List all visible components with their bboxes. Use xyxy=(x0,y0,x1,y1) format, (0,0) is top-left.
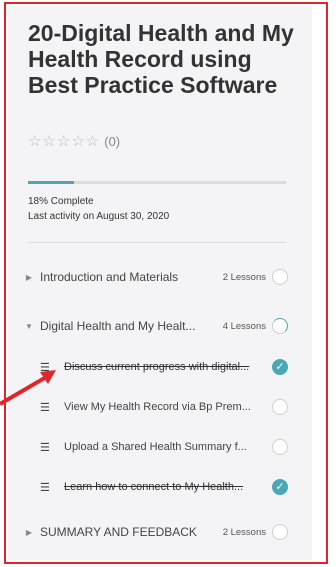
last-activity: Last activity on August 30, 2020 xyxy=(28,211,170,222)
section-digital-health[interactable]: ▼ Digital Health and My Healt... 4 Lesso… xyxy=(22,314,288,338)
check-icon[interactable]: ✓ xyxy=(272,359,288,375)
lesson-item[interactable]: ☰ Upload a Shared Health Summary f... xyxy=(22,435,288,459)
course-rating: ☆☆☆☆☆ (0) xyxy=(28,132,120,150)
section-summary-feedback[interactable]: ▶ SUMMARY AND FEEDBACK 2 Lessons xyxy=(22,520,288,544)
progress-fill xyxy=(28,181,75,184)
lesson-title: Upload a Shared Health Summary f... xyxy=(64,441,247,453)
lesson-list-icon: ☰ xyxy=(40,441,50,454)
triangle-down-icon: ▼ xyxy=(25,321,33,331)
lesson-list-icon: ☰ xyxy=(40,481,50,494)
lesson-item[interactable]: ☰ View My Health Record via Bp Prem... xyxy=(22,395,288,419)
lesson-item[interactable]: ☰ Learn how to connect to My Health... ✓ xyxy=(22,475,288,499)
status-circle-icon xyxy=(272,524,288,540)
section-title: SUMMARY AND FEEDBACK xyxy=(40,525,197,539)
status-circle-icon[interactable] xyxy=(272,439,288,455)
lesson-count: 4 Lessons xyxy=(222,320,266,332)
rating-count: (0) xyxy=(104,133,121,149)
course-title: 20-Digital Health and My Health Record u… xyxy=(28,20,294,98)
section-introduction[interactable]: ▶ Introduction and Materials 2 Lessons xyxy=(22,265,288,289)
lesson-item[interactable]: ☰ Discuss current progress with digital.… xyxy=(22,355,288,379)
progress-bar xyxy=(28,181,286,184)
lesson-title: View My Health Record via Bp Prem... xyxy=(64,401,251,413)
section-title: Introduction and Materials xyxy=(40,270,179,284)
divider xyxy=(28,242,286,243)
lesson-count: 2 Lessons xyxy=(222,271,266,283)
lesson-title: Learn how to connect to My Health... xyxy=(64,481,244,493)
annotation-frame: 20-Digital Health and My Health Record u… xyxy=(4,2,328,564)
star-rating-icon[interactable]: ☆☆☆☆☆ xyxy=(28,132,100,150)
course-sidebar: 20-Digital Health and My Health Record u… xyxy=(8,6,312,560)
section-title: Digital Health and My Healt... xyxy=(40,319,196,333)
triangle-right-icon: ▶ xyxy=(25,272,33,282)
progress-circle-icon xyxy=(272,318,288,334)
check-icon[interactable]: ✓ xyxy=(272,479,288,495)
lesson-count: 2 Lessons xyxy=(222,526,266,538)
lesson-title: Discuss current progress with digital... xyxy=(64,361,250,373)
triangle-right-icon: ▶ xyxy=(25,527,33,537)
progress-text: 18% Complete xyxy=(28,196,94,207)
annotation-arrow-icon xyxy=(0,370,56,406)
status-circle-icon xyxy=(272,269,288,285)
status-circle-icon[interactable] xyxy=(272,399,288,415)
